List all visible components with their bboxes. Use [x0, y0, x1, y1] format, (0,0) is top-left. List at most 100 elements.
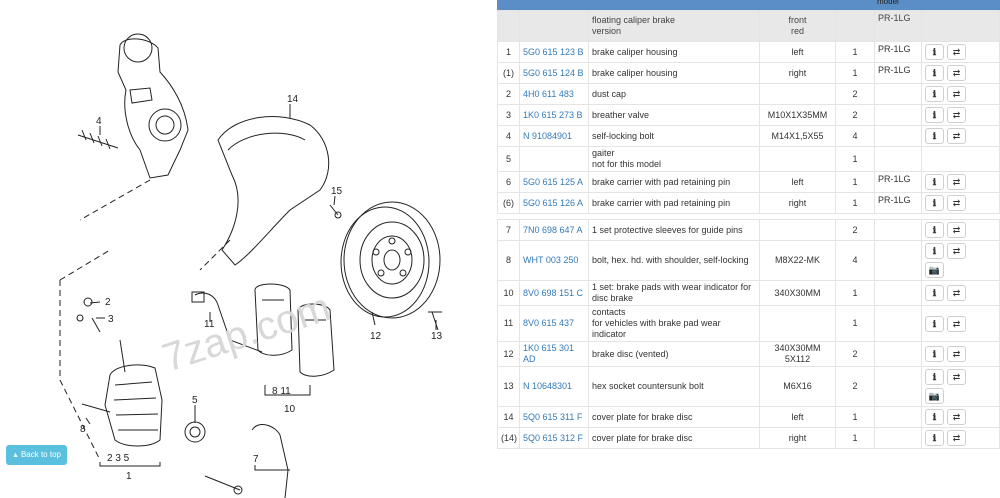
table-row[interactable]: 10 8V0 698 151 C 1 set: brake pads with we… — [497, 280, 1000, 306]
table-row[interactable]: 7 7N0 698 647 A 1 set protective sleeves f… — [497, 219, 1000, 241]
replacement-button[interactable]: ⇄ — [947, 430, 966, 446]
part-model — [874, 427, 922, 449]
replacement-button[interactable]: ⇄ — [947, 346, 966, 362]
exploded-diagram[interactable]: 7zap.com 14 4 15 12 13 2 3 11 5 8 10 7 1… — [0, 0, 497, 498]
row-code-cell: 1K0 615 301 AD — [519, 341, 589, 367]
part-qty: 1 — [835, 406, 875, 428]
row-num: (6) — [497, 192, 520, 214]
replacement-button[interactable]: ⇄ — [947, 128, 966, 144]
replacement-button[interactable]: ⇄ — [947, 369, 966, 385]
row-code-cell: 5Q0 615 312 F — [519, 427, 589, 449]
part-note: M6X16 — [783, 381, 812, 391]
replacement-button[interactable]: ⇄ — [947, 65, 966, 81]
row-name-cell: brake carrier with pad retaining pin — [588, 192, 760, 214]
info-button[interactable]: ℹ — [925, 409, 944, 425]
part-number-link[interactable]: 5G0 615 126 A — [523, 198, 583, 208]
part-name: brake caliper housing — [592, 46, 678, 57]
table-row[interactable]: 14 5Q0 615 311 F cover plate for brake dis… — [497, 406, 1000, 428]
part-number-link[interactable]: 5G0 615 124 B — [523, 68, 584, 78]
callout-10[interactable]: 10 — [284, 404, 296, 415]
part-number-link[interactable]: N 91084901 — [523, 131, 572, 141]
part-number-link[interactable]: 8V0 615 437 — [523, 318, 574, 328]
part-number-link[interactable]: 5Q0 615 311 F — [523, 412, 582, 422]
replacement-button[interactable]: ⇄ — [947, 285, 966, 301]
info-button[interactable]: ℹ — [925, 65, 944, 81]
callout-8[interactable]: 8 — [80, 424, 86, 435]
table-row[interactable]: (1) 5G0 615 124 B brake caliper housing rig… — [497, 62, 1000, 84]
row-num: 2 — [497, 83, 520, 105]
replacement-button[interactable]: ⇄ — [947, 409, 966, 425]
table-row[interactable]: 6 5G0 615 125 A brake carrier with pad ret… — [497, 171, 1000, 193]
table-row[interactable]: 5 gaiter not for this model 1 — [497, 146, 1000, 172]
table-row[interactable]: 4N 91084901 self-locking bolt M14X1,5X55 4 ℹ… — [497, 125, 1000, 147]
callout-4[interactable]: 4 — [96, 116, 102, 127]
part-number-link[interactable]: 1K0 615 301 AD — [523, 343, 574, 364]
info-button[interactable]: ℹ — [925, 174, 944, 190]
replacement-button[interactable]: ⇄ — [947, 222, 966, 238]
replacement-button[interactable]: ⇄ — [947, 243, 966, 259]
callout-7[interactable]: 7 — [253, 454, 259, 465]
info-icon: ℹ — [932, 288, 937, 298]
info-button[interactable]: ℹ — [925, 346, 944, 362]
info-button[interactable]: ℹ — [925, 243, 944, 259]
replacement-button[interactable]: ⇄ — [947, 107, 966, 123]
part-model — [874, 219, 922, 241]
photo-button[interactable]: 📷 — [925, 388, 944, 404]
part-number-link[interactable]: 5G0 615 123 B — [523, 47, 584, 57]
table-row[interactable]: (14) 5Q0 615 312 F cover plate for brake d… — [497, 427, 1000, 449]
part-number-link[interactable]: 7N0 698 647 A — [523, 225, 583, 235]
table-row[interactable]: 8 WHT 003 250 bolt, hex. hd. with shoulder… — [497, 240, 1000, 281]
table-row[interactable]: 1 5G0 615 123 Bbrake caliper housing left 1… — [497, 41, 1000, 63]
part-number-link[interactable]: 5Q0 615 312 F — [523, 433, 583, 443]
part-number-link[interactable]: WHT 003 250 — [523, 255, 578, 265]
row-num: 3 — [497, 104, 520, 126]
row-num: (1) — [497, 62, 520, 84]
replacement-button[interactable]: ⇄ — [947, 86, 966, 102]
part-number-link[interactable]: 5G0 615 125 A — [523, 177, 583, 187]
info-button[interactable]: ℹ — [925, 86, 944, 102]
table-row[interactable]: 11 8V0 615 437 contacts for vehicles with b… — [497, 305, 1000, 342]
part-number-link[interactable]: 8V0 698 151 C — [523, 288, 583, 298]
part-number-link[interactable]: N 10648301 — [523, 381, 572, 391]
replacement-button[interactable]: ⇄ — [947, 315, 966, 332]
callout-11[interactable]: 11 — [204, 319, 215, 330]
part-name: cover plate for brake disc — [592, 411, 693, 422]
info-button[interactable]: ℹ — [925, 315, 944, 332]
replacement-button[interactable]: ⇄ — [947, 44, 966, 60]
info-button[interactable]: ℹ — [925, 430, 944, 446]
photo-button[interactable]: 📷 — [925, 262, 944, 278]
callout-14[interactable]: 14 — [287, 94, 299, 105]
info-button[interactable]: ℹ — [925, 44, 944, 60]
part-note: 340X30MM — [774, 287, 821, 298]
back-to-top-button[interactable]: ▲ Back to top — [6, 445, 67, 465]
row-code-cell: 5Q0 615 311 F — [519, 406, 589, 428]
table-row[interactable]: 13 N 10648301 hex socket countersunk bolt M… — [497, 366, 1000, 407]
callout-group-2-3-5[interactable]: 2 3 5 — [107, 453, 130, 464]
part-number-link[interactable]: 4H0 611 483 — [523, 89, 574, 99]
table-row[interactable]: 3 1K0 615 273 B breather valve M10X1X35MM 2 ℹ… — [497, 104, 1000, 126]
callout-13[interactable]: 13 — [431, 331, 443, 342]
table-row[interactable]: 2 4H0 611 483 dust cap 2 ℹ ⇄ — [497, 83, 1000, 105]
callout-5[interactable]: 5 — [192, 395, 198, 406]
callout-12[interactable]: 12 — [370, 331, 382, 342]
info-button[interactable]: ℹ — [925, 195, 944, 211]
swap-icon: ⇄ — [952, 89, 961, 99]
callout-3[interactable]: 3 — [108, 314, 114, 325]
info-button[interactable]: ℹ — [925, 222, 944, 238]
table-row[interactable]: 12 1K0 615 301 AD brake disc (vented) 340X3… — [497, 341, 1000, 367]
callout-group-8-11[interactable]: 8 11 — [272, 386, 291, 397]
info-button[interactable]: ℹ — [925, 369, 944, 385]
callout-2[interactable]: 2 — [105, 297, 111, 308]
callout-1[interactable]: 1 — [126, 471, 132, 482]
replacement-button[interactable]: ⇄ — [947, 174, 966, 190]
table-row[interactable]: (6) 5G0 615 126 A brake carrier with pad r… — [497, 192, 1000, 214]
info-button[interactable]: ℹ — [925, 285, 944, 301]
part-name: self-locking bolt — [592, 130, 655, 141]
info-button[interactable]: ℹ — [925, 128, 944, 144]
swap-icon: ⇄ — [952, 349, 961, 359]
info-button[interactable]: ℹ — [925, 107, 944, 123]
callout-15[interactable]: 15 — [331, 186, 343, 197]
part-number-link[interactable]: 1K0 615 273 B — [523, 110, 583, 120]
part-qty: 1 — [835, 305, 875, 342]
replacement-button[interactable]: ⇄ — [947, 195, 966, 211]
